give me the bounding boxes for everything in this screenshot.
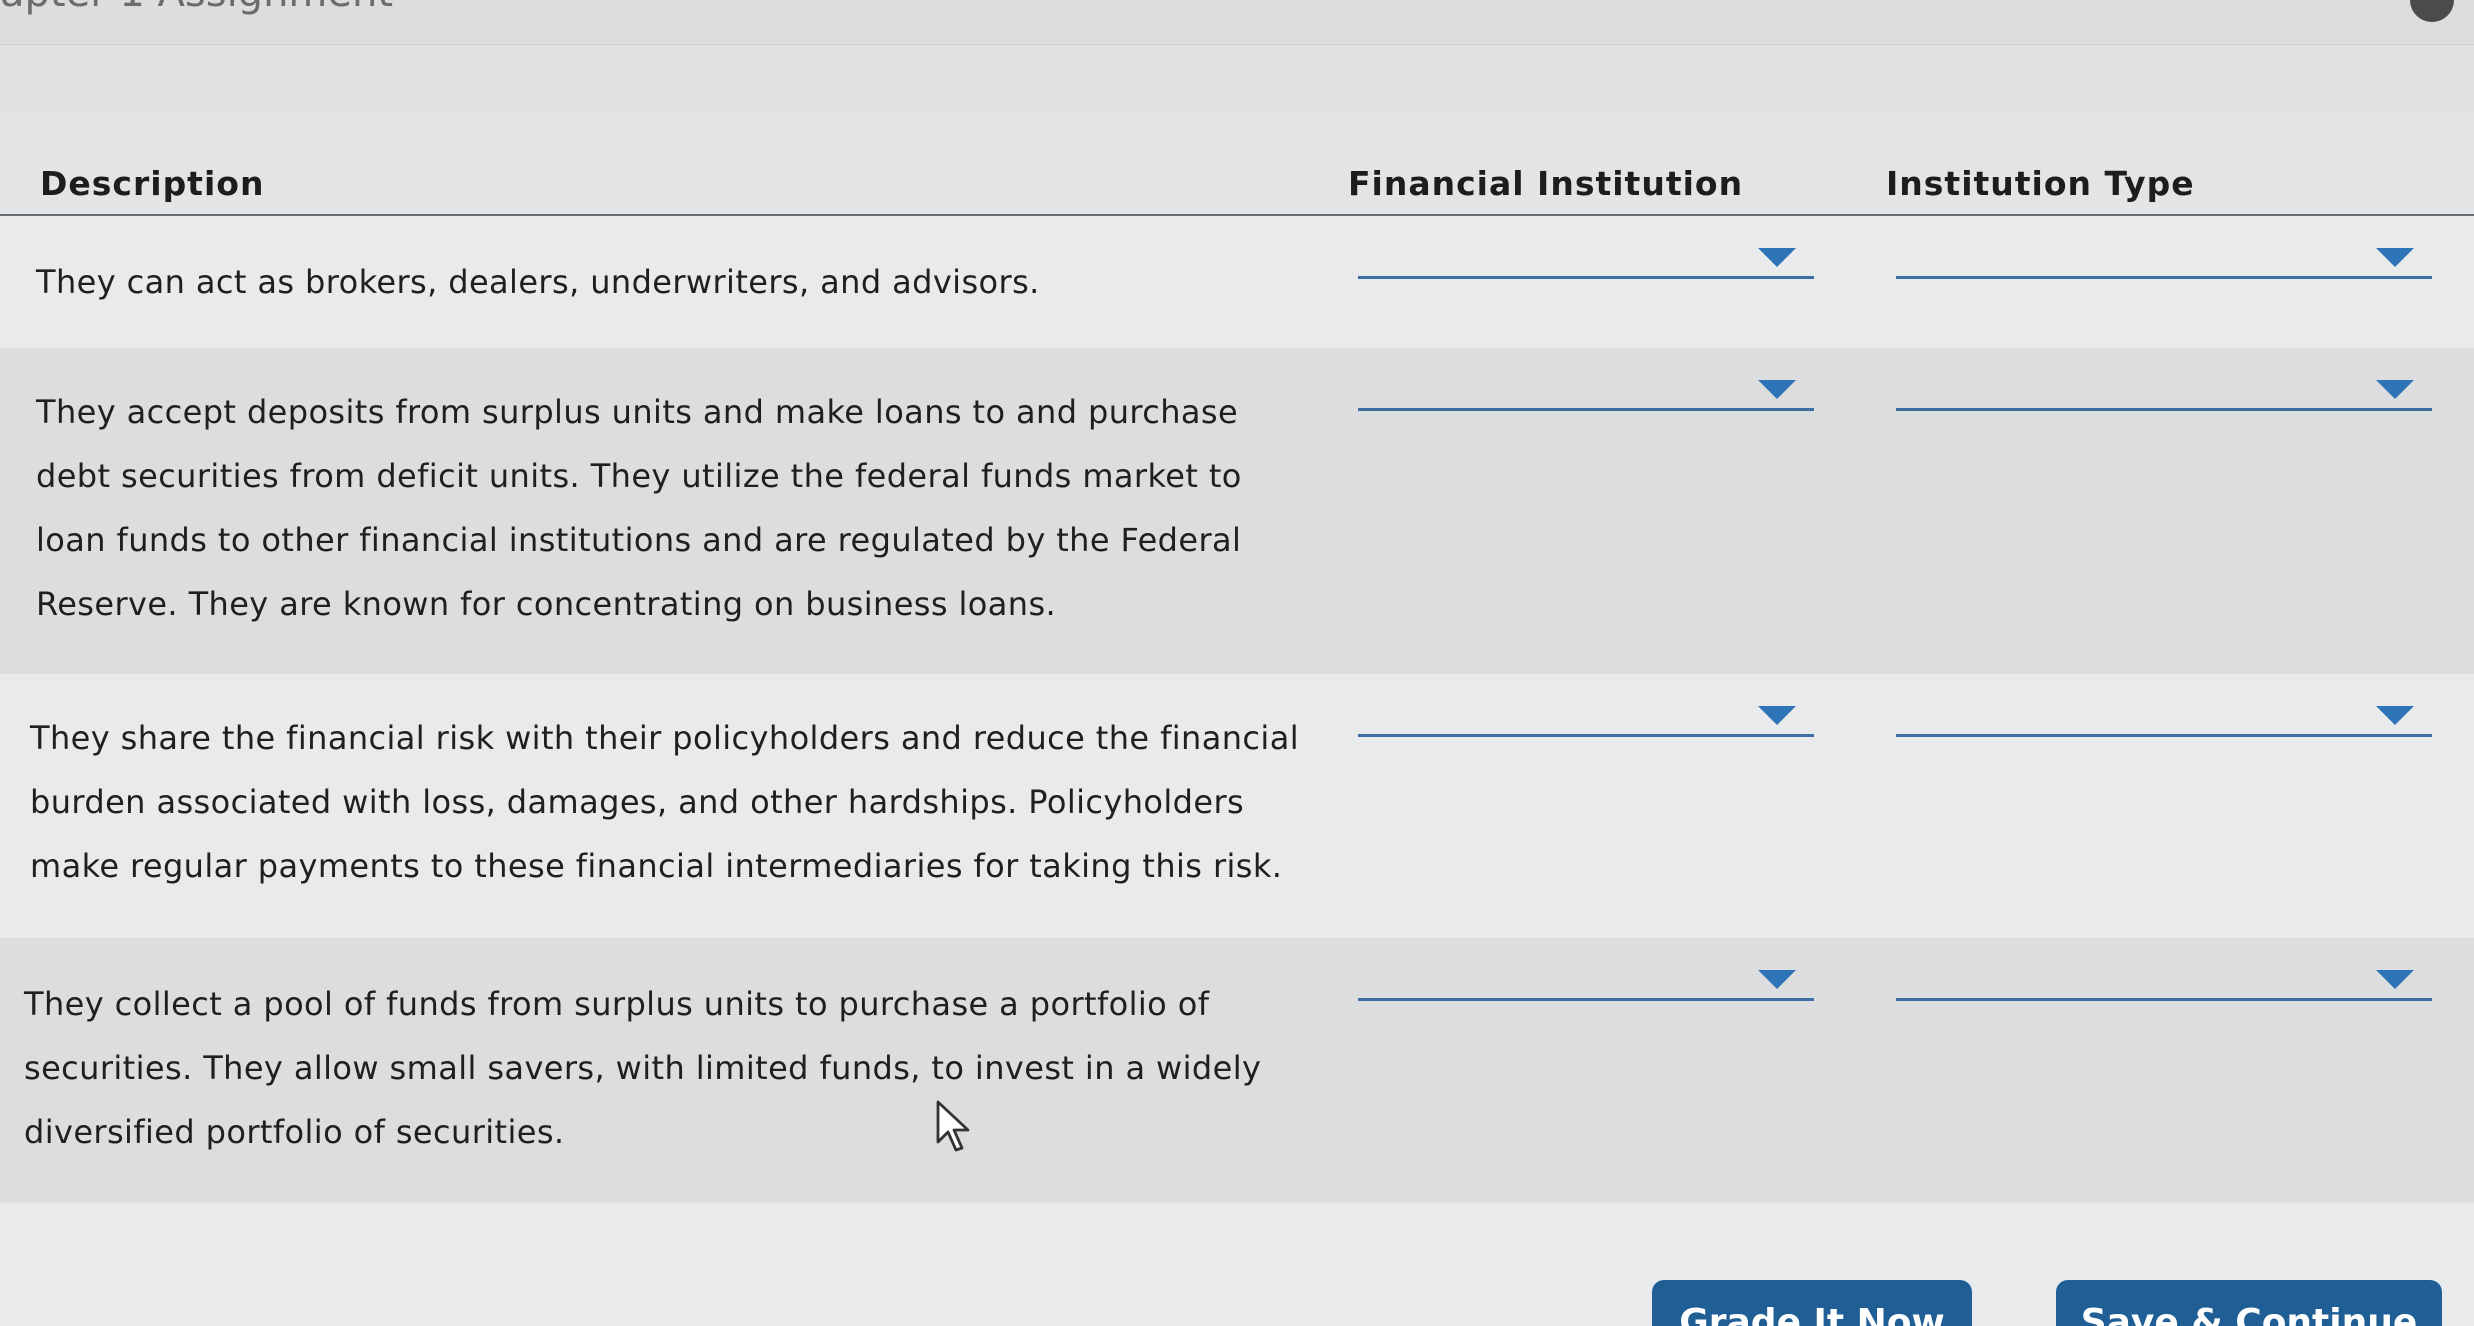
financial-institution-dropdown[interactable]: [1358, 368, 1814, 411]
grade-it-now-button[interactable]: Grade It Now: [1652, 1280, 1972, 1326]
institution-type-dropdown[interactable]: [1896, 368, 2432, 411]
institution-type-dropdown[interactable]: [1896, 958, 2432, 1001]
caret-down-icon[interactable]: [2376, 380, 2414, 399]
caret-down-icon[interactable]: [1758, 970, 1796, 989]
caret-down-icon[interactable]: [2376, 970, 2414, 989]
save-and-continue-button[interactable]: Save & Continue: [2056, 1280, 2442, 1326]
assignment-header: apter 1 Assignment: [0, 0, 2474, 45]
row-description: They accept deposits from surplus units …: [36, 393, 1242, 623]
row-description: They share the financial risk with their…: [30, 719, 1300, 885]
table-row: They share the financial risk with their…: [0, 674, 2474, 938]
mouse-pointer-icon: [936, 1100, 970, 1152]
caret-down-icon[interactable]: [2376, 706, 2414, 725]
help-icon[interactable]: [2410, 0, 2454, 22]
financial-institution-dropdown[interactable]: [1358, 958, 1814, 1001]
assignment-page: apter 1 Assignment Description Financial…: [0, 0, 2474, 1326]
assignment-title: apter 1 Assignment: [0, 0, 393, 16]
institution-type-dropdown[interactable]: [1896, 236, 2432, 279]
table-row: They collect a pool of funds from surplu…: [0, 938, 2474, 1202]
financial-institution-dropdown[interactable]: [1358, 694, 1814, 737]
institution-type-dropdown[interactable]: [1896, 694, 2432, 737]
column-header-institution-type: Institution Type: [1886, 164, 2195, 203]
caret-down-icon[interactable]: [1758, 380, 1796, 399]
caret-down-icon[interactable]: [2376, 248, 2414, 267]
column-header-financial-institution: Financial Institution: [1348, 164, 1744, 203]
action-bar: Grade It Now Save & Continue: [0, 1204, 2474, 1326]
matching-table: Description Financial Institution Instit…: [0, 140, 2474, 1202]
table-header: Description Financial Institution Instit…: [0, 140, 2474, 216]
financial-institution-dropdown[interactable]: [1358, 236, 1814, 279]
row-description: They collect a pool of funds from surplu…: [24, 985, 1262, 1151]
table-row: They accept deposits from surplus units …: [0, 348, 2474, 674]
row-description: They can act as brokers, dealers, underw…: [36, 263, 1040, 301]
caret-down-icon[interactable]: [1758, 248, 1796, 267]
caret-down-icon[interactable]: [1758, 706, 1796, 725]
table-row: They can act as brokers, dealers, underw…: [0, 216, 2474, 348]
column-header-description: Description: [40, 164, 265, 203]
